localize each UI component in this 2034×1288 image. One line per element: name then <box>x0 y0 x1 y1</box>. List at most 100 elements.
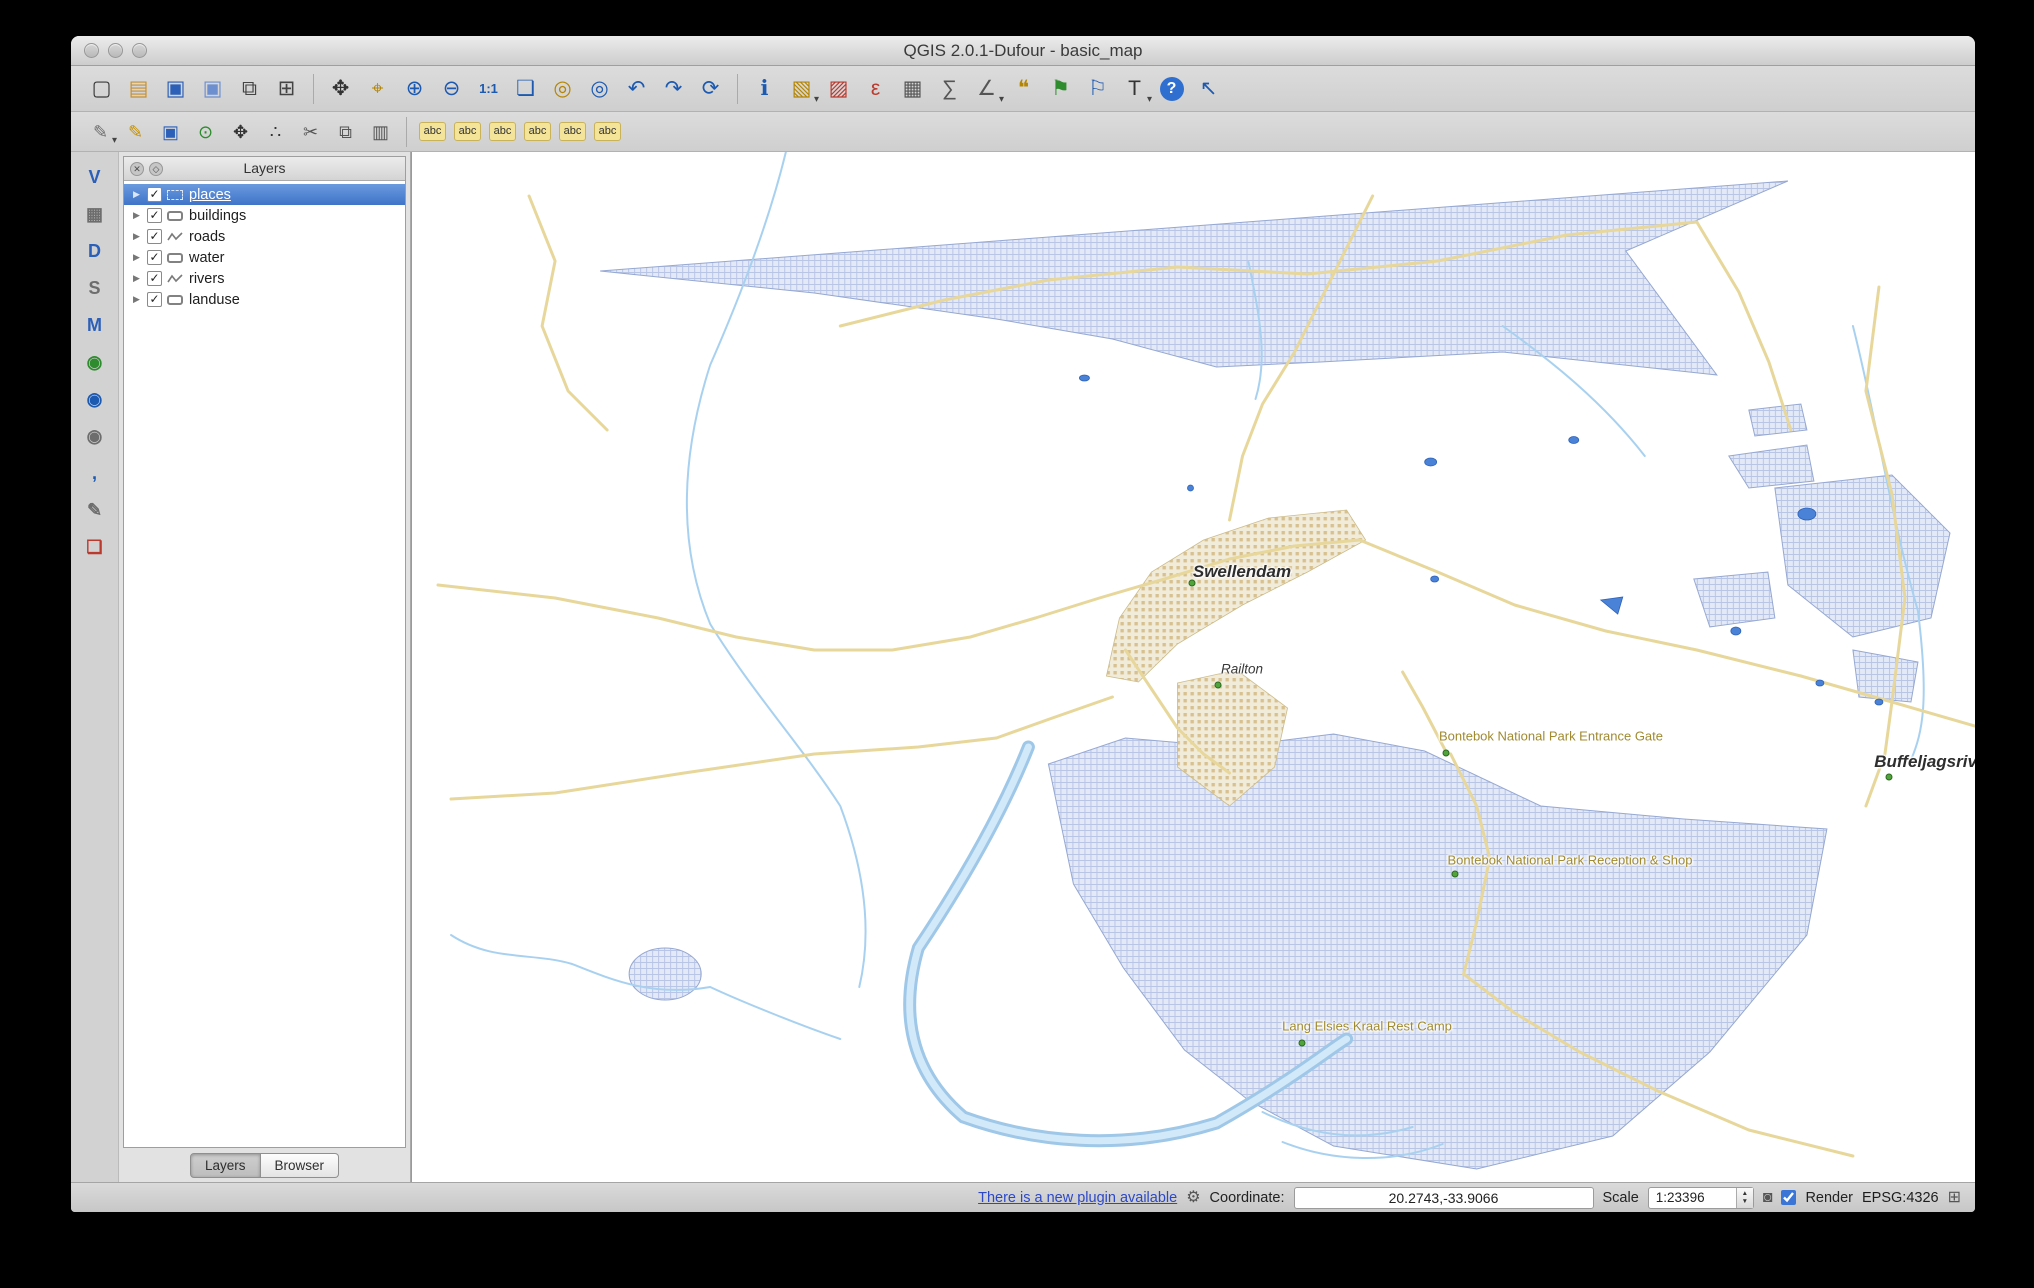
show-hide-labels-icon[interactable]: abc <box>485 116 520 148</box>
copy-features-icon[interactable]: ⧉ <box>328 116 363 148</box>
open-project-icon[interactable]: ▤ <box>120 71 157 107</box>
layer-visibility-checkbox[interactable]: ✓ <box>147 292 162 307</box>
stepper-up-icon[interactable]: ▲ <box>1742 1190 1748 1197</box>
field-calculator-icon[interactable]: ∑ <box>931 71 968 107</box>
deselect-features-icon[interactable]: ▨ <box>820 71 857 107</box>
zoom-to-layer-icon[interactable]: ◎ <box>581 71 618 107</box>
add-wcs-layer-icon[interactable]: ◉ <box>80 421 110 451</box>
zoom-last-icon[interactable]: ↶ <box>618 71 655 107</box>
zoom-next-icon[interactable]: ↷ <box>655 71 692 107</box>
add-mssql-layer-icon[interactable]: M <box>80 310 110 340</box>
dropdown-arrow-icon[interactable]: ▾ <box>112 135 117 146</box>
zoom-full-icon[interactable]: ❏ <box>507 71 544 107</box>
layer-visibility-checkbox[interactable]: ✓ <box>147 208 162 223</box>
save-project-as-icon[interactable]: ▣ <box>194 71 231 107</box>
coordinate-input[interactable] <box>1293 1186 1594 1209</box>
map-tips-icon[interactable]: ❝ <box>1005 71 1042 107</box>
dropdown-arrow-icon[interactable]: ▾ <box>814 94 819 105</box>
text-annotation-icon[interactable]: T ▾ <box>1116 71 1153 107</box>
add-vector-layer-icon[interactable]: V <box>80 162 110 192</box>
current-edits-icon[interactable]: ✎ ▾ <box>83 116 118 148</box>
zoom-to-selection-icon[interactable]: ◎ <box>544 71 581 107</box>
move-label-icon[interactable]: abc <box>520 116 555 148</box>
zoom-native-icon[interactable]: 1:1 <box>470 71 507 107</box>
stepper-down-icon[interactable]: ▼ <box>1742 1198 1748 1205</box>
help-contents-icon[interactable]: ? <box>1153 71 1190 107</box>
close-window-button[interactable] <box>84 43 99 58</box>
stop-render-icon[interactable]: ◙ <box>1763 1189 1773 1206</box>
refresh-map-icon[interactable]: ⟳ <box>692 71 729 107</box>
cut-features-icon[interactable]: ✂ <box>293 116 328 148</box>
tab-layers[interactable]: Layers <box>189 1152 261 1178</box>
scale-combo[interactable]: 1:23396 ▲ ▼ <box>1647 1186 1754 1209</box>
layer-visibility-checkbox[interactable]: ✓ <box>147 271 162 286</box>
zoom-out-icon[interactable]: ⊖ <box>433 71 470 107</box>
move-feature-icon[interactable]: ✥ <box>223 116 258 148</box>
select-by-expression-icon[interactable]: ε <box>857 71 894 107</box>
scale-stepper[interactable]: ▲ ▼ <box>1735 1187 1753 1208</box>
layer-visibility-checkbox[interactable]: ✓ <box>147 250 162 265</box>
change-label-properties-icon[interactable]: abc <box>590 116 625 148</box>
paste-features-icon[interactable]: ▥ <box>363 116 398 148</box>
map-canvas[interactable]: Swellendam Railton Bontebok National Park … <box>411 152 1975 1182</box>
layer-item-buildings[interactable]: ▶ ✓ buildings <box>124 205 405 226</box>
dropdown-arrow-icon[interactable]: ▾ <box>999 94 1004 105</box>
layer-item-places[interactable]: ▶ ✓ places <box>124 184 405 205</box>
layer-visibility-checkbox[interactable]: ✓ <box>147 187 162 202</box>
new-project-icon[interactable]: ▢ <box>83 71 120 107</box>
layer-item-rivers[interactable]: ▶ ✓ rivers <box>124 268 405 289</box>
save-layer-edits-icon[interactable]: ▣ <box>153 116 188 148</box>
coordinate-label: Coordinate: <box>1209 1189 1285 1206</box>
crs-status-icon[interactable]: ⊞ <box>1948 1189 1961 1206</box>
toolbar-separator <box>737 73 738 104</box>
add-wms-layer-icon[interactable]: ◉ <box>80 347 110 377</box>
minimize-window-button[interactable] <box>108 43 123 58</box>
window-titlebar[interactable]: QGIS 2.0.1-Dufour - basic_map <box>71 36 1975 66</box>
layer-item-roads[interactable]: ▶ ✓ roads <box>124 226 405 247</box>
add-postgis-layer-icon[interactable]: D <box>80 236 110 266</box>
save-project-icon[interactable]: ▣ <box>157 71 194 107</box>
expand-arrow-icon[interactable]: ▶ <box>131 231 142 242</box>
select-features-icon[interactable]: ▧ ▾ <box>783 71 820 107</box>
expand-arrow-icon[interactable]: ▶ <box>131 294 142 305</box>
labeling-icon[interactable]: abc <box>415 116 450 148</box>
add-spatialite-layer-icon[interactable]: S <box>80 273 110 303</box>
new-plugin-link[interactable]: There is a new plugin available <box>978 1190 1177 1206</box>
toggle-editing-icon[interactable]: ✎ <box>118 116 153 148</box>
show-bookmarks-icon[interactable]: ⚐ <box>1079 71 1116 107</box>
plugin-icon[interactable]: ⚙ <box>1186 1189 1200 1206</box>
open-attribute-table-icon[interactable]: ▦ <box>894 71 931 107</box>
expand-arrow-icon[interactable]: ▶ <box>131 252 142 263</box>
identify-features-icon[interactable]: ℹ <box>746 71 783 107</box>
new-print-composer-icon[interactable]: ⧉ <box>231 71 268 107</box>
composer-manager-icon[interactable]: ⊞ <box>268 71 305 107</box>
rotate-label-icon[interactable]: abc <box>555 116 590 148</box>
add-delimited-text-layer-icon[interactable]: , <box>80 458 110 488</box>
float-panel-icon[interactable]: ◇ <box>149 162 163 176</box>
tab-browser[interactable]: Browser <box>260 1152 340 1178</box>
add-feature-icon[interactable]: ⊙ <box>188 116 223 148</box>
pin-labels-icon[interactable]: abc <box>450 116 485 148</box>
dropdown-arrow-icon[interactable]: ▾ <box>1147 94 1152 105</box>
zoom-window-button[interactable] <box>132 43 147 58</box>
new-bookmark-icon[interactable]: ⚑ <box>1042 71 1079 107</box>
new-shapefile-layer-icon[interactable]: ✎ <box>80 495 110 525</box>
zoom-in-icon[interactable]: ⊕ <box>396 71 433 107</box>
layer-polygon-icon <box>167 294 183 305</box>
expand-arrow-icon[interactable]: ▶ <box>131 273 142 284</box>
expand-arrow-icon[interactable]: ▶ <box>131 210 142 221</box>
pan-map-icon[interactable]: ✥ <box>322 71 359 107</box>
expand-arrow-icon[interactable]: ▶ <box>131 189 142 200</box>
close-panel-icon[interactable]: ✕ <box>130 162 144 176</box>
whats-this-icon[interactable]: ↖ <box>1190 71 1227 107</box>
node-tool-icon[interactable]: ∴ <box>258 116 293 148</box>
add-raster-layer-icon[interactable]: ▦ <box>80 199 110 229</box>
render-checkbox[interactable] <box>1781 1190 1797 1205</box>
measure-icon[interactable]: ∠ ▾ <box>968 71 1005 107</box>
add-wfs-layer-icon[interactable]: ◉ <box>80 384 110 414</box>
pan-to-selection-icon[interactable]: ⌖ <box>359 71 396 107</box>
remove-layer-icon[interactable]: ❏ <box>80 532 110 562</box>
layer-item-landuse[interactable]: ▶ ✓ landuse <box>124 289 405 310</box>
layer-item-water[interactable]: ▶ ✓ water <box>124 247 405 268</box>
layer-visibility-checkbox[interactable]: ✓ <box>147 229 162 244</box>
